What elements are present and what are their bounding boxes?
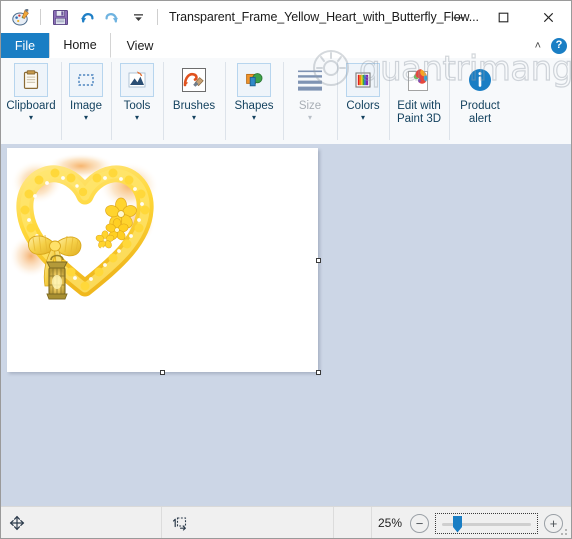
ribbon-group-tools[interactable]: Tools ▾ — [111, 58, 163, 144]
paint-window: Transparent_Frame_Yellow_Heart_with_Butt… — [0, 0, 572, 539]
ribbon-group-brushes[interactable]: Brushes ▾ — [163, 58, 225, 144]
save-icon[interactable] — [48, 5, 72, 29]
ribbon-group-clipboard[interactable]: Clipboard ▾ — [1, 58, 61, 144]
line-size-icon[interactable] — [293, 63, 327, 97]
maximize-button[interactable] — [481, 1, 526, 33]
shapes-icon[interactable] — [237, 63, 271, 97]
brushes-chevron-down-icon[interactable]: ▾ — [192, 113, 196, 123]
help-icon[interactable]: ? — [551, 37, 567, 54]
tab-file[interactable]: File — [1, 33, 49, 58]
window-controls — [436, 1, 571, 33]
ribbon-group-edit-with-paint3d[interactable]: Edit with Paint 3D — [389, 58, 449, 144]
resize-handle-bottom-center[interactable] — [160, 370, 165, 375]
paint-app-icon[interactable] — [9, 5, 33, 29]
quick-access-toolbar — [1, 5, 163, 29]
redo-icon[interactable] — [100, 5, 124, 29]
tab-home-label: Home — [63, 38, 97, 52]
collapse-ribbon-icon[interactable]: ˄ — [531, 40, 545, 52]
qat-separator-2 — [157, 9, 158, 25]
status-cursor-position — [1, 507, 162, 538]
zoom-level-label: 25% — [377, 516, 402, 530]
size-chevron-down-icon[interactable]: ▾ — [308, 113, 312, 123]
color-palette-icon[interactable] — [346, 63, 380, 97]
window-title: Transparent_Frame_Yellow_Heart_with_Butt… — [169, 10, 479, 24]
zoom-slider-thumb[interactable] — [453, 515, 462, 533]
yellow-heart-frame-image[interactable] — [11, 152, 159, 304]
ribbon-group-size[interactable]: Size ▾ — [283, 58, 337, 144]
ribbon-group-product-alert-label-line2: alert — [468, 113, 492, 125]
qat-separator-1 — [40, 9, 41, 25]
zoom-out-button[interactable]: − — [410, 513, 429, 533]
tab-strip-right-controls: ˄ ? — [531, 33, 567, 58]
pencil-tools-icon[interactable] — [120, 63, 154, 97]
status-spacer — [334, 507, 372, 538]
status-zoom-controls: 25% − + — [372, 507, 571, 538]
zoom-slider[interactable] — [435, 512, 538, 534]
minimize-button[interactable] — [436, 1, 481, 33]
lantern — [46, 254, 68, 300]
select-rectangle-icon[interactable] — [69, 63, 103, 97]
ribbon: Clipboard ▾ Image ▾ Tools ▾ Brushes ▾ Sh… — [1, 58, 571, 145]
ribbon-tab-strip: File Home View ˄ ? — [1, 33, 571, 59]
paint3d-icon[interactable] — [402, 63, 436, 97]
tab-home[interactable]: Home — [49, 33, 111, 58]
tab-view[interactable]: View — [111, 33, 169, 58]
ribbon-group-clipboard-label: Clipboard — [6, 100, 56, 112]
ribbon-group-paint3d-label-line2: Paint 3D — [396, 113, 442, 125]
ribbon-group-colors-label: Colors — [346, 100, 380, 112]
resize-handle-bottom-right[interactable] — [316, 370, 321, 375]
ribbon-group-image[interactable]: Image ▾ — [61, 58, 111, 144]
ribbon-group-shapes[interactable]: Shapes ▾ — [225, 58, 283, 144]
ribbon-group-image-label: Image — [70, 100, 102, 112]
clipboard-icon[interactable] — [14, 63, 48, 97]
shapes-chevron-down-icon[interactable]: ▾ — [252, 113, 256, 123]
selection-size-icon — [172, 517, 187, 531]
undo-icon[interactable] — [74, 5, 98, 29]
ribbon-group-colors[interactable]: Colors ▾ — [337, 58, 389, 144]
ribbon-group-paint3d-label-line1: Edit with — [397, 100, 441, 112]
resize-handle-right-middle[interactable] — [316, 258, 321, 263]
image-chevron-down-icon[interactable]: ▾ — [84, 113, 88, 123]
clipboard-chevron-down-icon[interactable]: ▾ — [29, 113, 33, 123]
info-alert-icon[interactable] — [463, 63, 497, 97]
brush-icon[interactable] — [177, 63, 211, 97]
ribbon-group-product-alert[interactable]: Product alert — [449, 58, 511, 144]
ribbon-group-tools-label: Tools — [123, 100, 151, 112]
cursor-move-icon — [9, 515, 25, 531]
tab-view-label: View — [126, 38, 154, 53]
status-bar: 25% − + — [1, 506, 571, 538]
ribbon-group-brushes-label: Brushes — [172, 100, 216, 112]
canvas-work-area[interactable] — [1, 144, 571, 506]
customize-qat-icon[interactable] — [126, 5, 150, 29]
tab-file-label: File — [14, 38, 36, 53]
colors-chevron-down-icon[interactable]: ▾ — [361, 113, 365, 123]
status-selection-size — [162, 507, 334, 538]
resize-grip-icon[interactable] — [559, 527, 569, 537]
title-bar: Transparent_Frame_Yellow_Heart_with_Butt… — [1, 1, 571, 33]
canvas-paper[interactable] — [7, 148, 318, 372]
ribbon-group-shapes-label: Shapes — [234, 100, 274, 112]
tools-chevron-down-icon[interactable]: ▾ — [135, 113, 139, 123]
ribbon-group-size-label: Size — [298, 100, 322, 112]
ribbon-group-product-alert-label-line1: Product — [460, 100, 500, 112]
close-button[interactable] — [526, 1, 571, 33]
